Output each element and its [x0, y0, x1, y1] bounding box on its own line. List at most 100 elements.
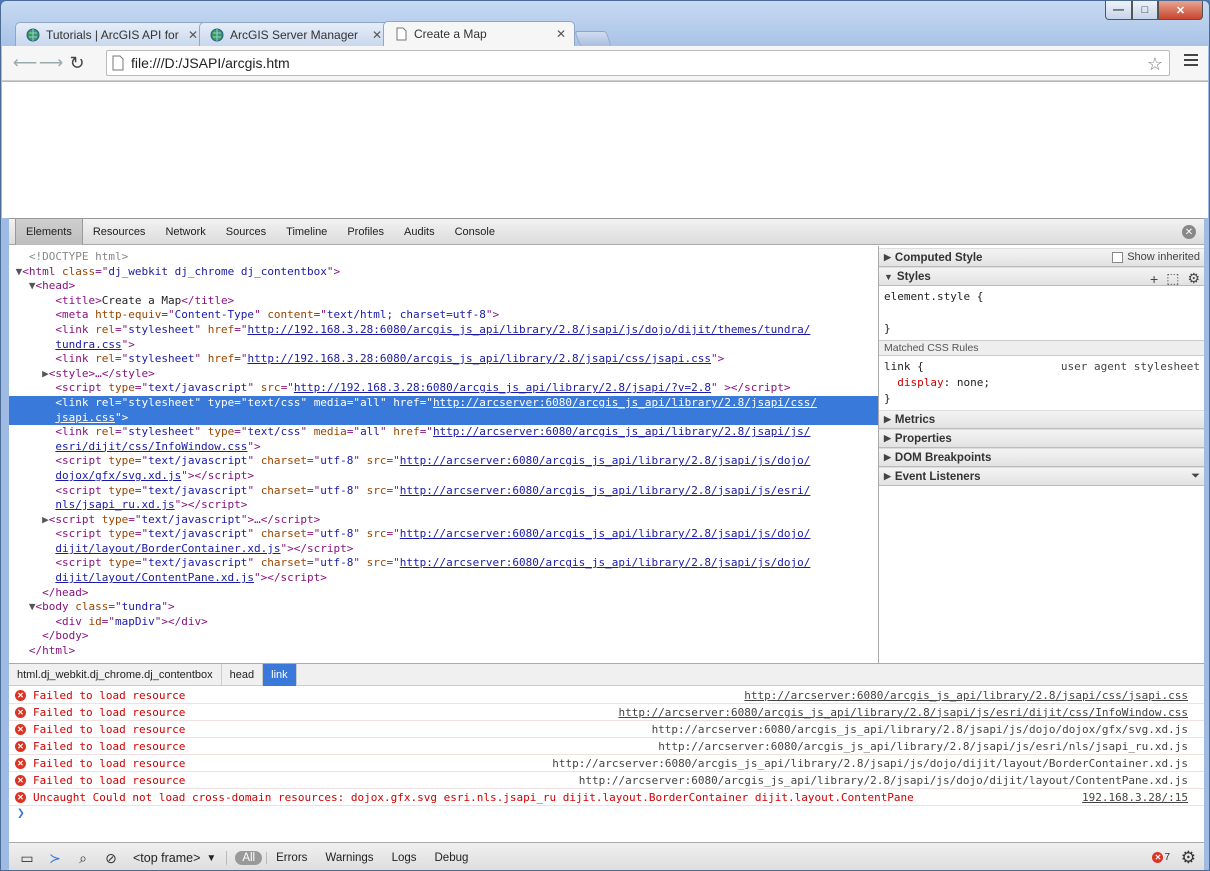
dom-node-selected[interactable]: <link rel="stylesheet" type="text/css" m…: [9, 395, 878, 411]
filter-warnings[interactable]: Warnings: [316, 852, 382, 864]
dom-node[interactable]: ▶<style>…</style>: [9, 367, 878, 382]
dom-node[interactable]: </body>: [9, 629, 878, 644]
dom-node[interactable]: <link rel="stylesheet" href="http://192.…: [9, 352, 878, 367]
dom-tree[interactable]: <!DOCTYPE html> ▼<html class="dj_webkit …: [9, 246, 878, 663]
console-message[interactable]: ✕ Failed to load resource http://arcserver…: [9, 704, 1204, 721]
forward-arrow-icon[interactable]: ⟶: [38, 50, 64, 76]
dom-node[interactable]: </head>: [9, 586, 878, 601]
dom-node-cont[interactable]: dijit/layout/ContentPane.xd.js"></script…: [9, 571, 878, 586]
styles-header[interactable]: ▼ Styles + ⬚ ⚙: [879, 267, 1204, 287]
console-message[interactable]: ✕ Failed to load resource http://arcserver…: [9, 738, 1204, 755]
message-source-link[interactable]: http://arcserver:6080/arcgis_js_api/libr…: [744, 689, 1188, 702]
dom-node[interactable]: </html>: [9, 644, 878, 659]
close-window-button[interactable]: ✕: [1158, 1, 1203, 20]
resource-link[interactable]: http://arcserver:6080/arcgis_js_api/libr…: [433, 425, 811, 438]
close-devtools-icon[interactable]: ✕: [1182, 225, 1196, 239]
dock-icon[interactable]: ▭: [13, 846, 41, 870]
dom-node[interactable]: ▶<script type="text/javascript">…</scrip…: [9, 513, 878, 528]
console-message[interactable]: ✕ Failed to load resource http://arcserver…: [9, 687, 1204, 704]
message-source-link[interactable]: 192.168.3.28/:15: [1082, 791, 1188, 804]
tab-server-manager[interactable]: ArcGIS Server Manager ✕: [199, 22, 391, 46]
tab-timeline[interactable]: Timeline: [276, 219, 337, 245]
console-message[interactable]: ✕ Failed to load resource http://arcserver…: [9, 721, 1204, 738]
dom-node-selected-cont[interactable]: jsapi.css">: [9, 410, 878, 426]
resource-link[interactable]: http://192.168.3.28:6080/arcgis_js_api/l…: [294, 381, 711, 394]
resource-link[interactable]: nls/jsapi_ru.xd.js: [55, 498, 174, 511]
dom-node[interactable]: <!DOCTYPE html>: [9, 250, 878, 265]
properties-header[interactable]: ▶ Properties: [879, 429, 1204, 448]
new-tab-button[interactable]: [574, 31, 612, 46]
resource-link[interactable]: http://arcserver:6080/arcgis_js_api/libr…: [400, 556, 811, 569]
dom-node[interactable]: <meta http-equiv="Content-Type" content=…: [9, 308, 878, 323]
dom-node[interactable]: ▼<body class="tundra">: [9, 600, 878, 615]
back-arrow-icon[interactable]: ⟵: [12, 50, 38, 76]
dom-node[interactable]: <script type="text/javascript" charset="…: [9, 484, 878, 499]
console-message[interactable]: ✕ Failed to load resource http://arcserver…: [9, 755, 1204, 772]
resource-link[interactable]: http://arcserver:6080/arcgis_js_api/libr…: [433, 396, 817, 409]
tab-elements[interactable]: Elements: [15, 218, 83, 245]
dom-node-cont[interactable]: esri/dijit/css/InfoWindow.css">: [9, 440, 878, 455]
metrics-header[interactable]: ▶ Metrics: [879, 410, 1204, 429]
console-prompt[interactable]: ❯: [9, 806, 1204, 822]
dom-node[interactable]: <script type="text/javascript" charset="…: [9, 527, 878, 542]
filter-debug[interactable]: Debug: [426, 852, 478, 864]
frame-selector[interactable]: <top frame> ▼: [133, 851, 228, 865]
resource-link[interactable]: http://arcserver:6080/arcgis_js_api/libr…: [400, 454, 811, 467]
menu-icon[interactable]: [1184, 54, 1198, 69]
tab-create-a-map[interactable]: Create a Map ✕: [383, 21, 575, 46]
bookmark-star-icon[interactable]: ☆: [1147, 54, 1163, 75]
tab-audits[interactable]: Audits: [394, 219, 445, 245]
tab-resources[interactable]: Resources: [83, 219, 156, 245]
close-tab-icon[interactable]: ✕: [372, 28, 382, 42]
reload-icon[interactable]: ↻: [64, 50, 90, 76]
element-state-icon[interactable]: ⬚: [1166, 270, 1179, 287]
dom-node[interactable]: <script type="text/javascript" charset="…: [9, 556, 878, 571]
console-message[interactable]: ✕ Uncaught Could not load cross-domain re…: [9, 789, 1204, 806]
resource-link[interactable]: esri/dijit/css/InfoWindow.css: [55, 440, 247, 453]
crumb-html[interactable]: html.dj_webkit.dj_chrome.dj_contentbox: [9, 663, 222, 686]
dom-node[interactable]: ▼<head>: [9, 279, 878, 294]
minimize-button[interactable]: —: [1105, 1, 1132, 20]
dom-node[interactable]: <script type="text/javascript" charset="…: [9, 454, 878, 469]
crumb-link[interactable]: link: [263, 663, 297, 686]
message-source-link[interactable]: http://arcserver:6080/arcgis_js_api/libr…: [552, 757, 1188, 770]
resource-link[interactable]: http://192.168.3.28:6080/arcgis_js_api/l…: [247, 352, 711, 365]
dom-node-cont[interactable]: dojox/gfx/svg.xd.js"></script>: [9, 469, 878, 484]
filter-icon[interactable]: ⏷: [1191, 470, 1200, 483]
resource-link[interactable]: dijit/layout/BorderContainer.xd.js: [55, 542, 280, 555]
console-toggle-icon[interactable]: ≻: [41, 846, 69, 870]
tab-network[interactable]: Network: [155, 219, 215, 245]
message-source-link[interactable]: http://arcserver:6080/arcgis_js_api/libr…: [652, 723, 1188, 736]
address-bar[interactable]: file:///D:/JSAPI/arcgis.htm ☆: [106, 50, 1170, 76]
tab-sources[interactable]: Sources: [216, 219, 276, 245]
resource-link[interactable]: tundra.css: [55, 338, 121, 351]
dom-node-cont[interactable]: tundra.css">: [9, 338, 878, 353]
clear-console-icon[interactable]: ⊘: [97, 846, 125, 870]
dom-breakpoints-header[interactable]: ▶ DOM Breakpoints: [879, 448, 1204, 467]
add-rule-icon[interactable]: +: [1150, 271, 1158, 287]
tab-profiles[interactable]: Profiles: [337, 219, 394, 245]
dom-node[interactable]: <link rel="stylesheet" type="text/css" m…: [9, 425, 878, 440]
maximize-button[interactable]: □: [1132, 1, 1158, 20]
console-drawer[interactable]: ✕ Failed to load resource http://arcserver…: [9, 687, 1204, 842]
search-icon[interactable]: ⌕: [69, 846, 97, 870]
resource-link[interactable]: jsapi.css: [55, 411, 115, 424]
css-property[interactable]: display: [897, 376, 943, 389]
tab-tutorials[interactable]: Tutorials | ArcGIS API for J ✕: [15, 22, 207, 46]
message-source-link[interactable]: http://arcserver:6080/arcgis_js_api/libr…: [618, 706, 1188, 719]
tab-console[interactable]: Console: [445, 219, 505, 245]
dom-node[interactable]: <link rel="stylesheet" href="http://192.…: [9, 323, 878, 338]
close-tab-icon[interactable]: ✕: [188, 28, 198, 42]
event-listeners-header[interactable]: ▶ Event Listeners ⏷: [879, 467, 1204, 486]
gear-icon[interactable]: ⚙: [1187, 270, 1200, 287]
resource-link[interactable]: http://arcserver:6080/arcgis_js_api/libr…: [400, 527, 811, 540]
dom-node[interactable]: <div id="mapDiv"></div>: [9, 615, 878, 630]
resource-link[interactable]: http://arcserver:6080/arcgis_js_api/libr…: [400, 484, 811, 497]
error-count-badge[interactable]: ✕ 7: [1152, 852, 1170, 863]
message-source-link[interactable]: http://arcserver:6080/arcgis_js_api/libr…: [579, 774, 1188, 787]
close-tab-icon[interactable]: ✕: [556, 27, 566, 41]
message-source-link[interactable]: http://arcserver:6080/arcgis_js_api/libr…: [658, 740, 1188, 753]
dom-node-cont[interactable]: nls/jsapi_ru.xd.js"></script>: [9, 498, 878, 513]
checkbox[interactable]: [1112, 251, 1124, 263]
crumb-head[interactable]: head: [222, 663, 264, 686]
